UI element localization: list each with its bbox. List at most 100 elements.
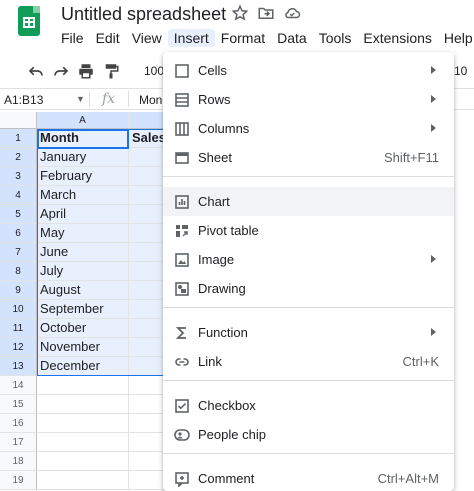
table-cell[interactable] bbox=[37, 395, 129, 414]
undo-icon[interactable] bbox=[27, 62, 45, 80]
row-header[interactable]: 4 bbox=[0, 186, 37, 205]
zoom-select[interactable]: 100 bbox=[144, 64, 164, 78]
menu-item-image[interactable]: Image bbox=[163, 245, 454, 274]
table-cell[interactable] bbox=[37, 414, 129, 433]
row-header[interactable]: 17 bbox=[0, 433, 37, 452]
cloud-status-icon[interactable] bbox=[283, 4, 301, 22]
menu-tools[interactable]: Tools bbox=[313, 29, 358, 47]
row-header[interactable]: 13 bbox=[0, 357, 37, 376]
row-header[interactable]: 7 bbox=[0, 243, 37, 262]
table-cell[interactable] bbox=[129, 262, 165, 281]
row-header[interactable]: 2 bbox=[0, 148, 37, 167]
select-all-corner[interactable] bbox=[0, 112, 37, 129]
menu-item-function[interactable]: Function bbox=[163, 318, 454, 347]
menu-item-sheet[interactable]: Sheet Shift+F11 bbox=[163, 143, 454, 172]
menu-item-label: Drawing bbox=[198, 281, 246, 296]
menu-item-rows[interactable]: Rows bbox=[163, 85, 454, 114]
menu-item-pivot-table[interactable]: Pivot table bbox=[163, 216, 454, 245]
menu-edit[interactable]: Edit bbox=[90, 29, 126, 47]
column-header-a[interactable]: A bbox=[37, 112, 129, 129]
row-header[interactable]: 15 bbox=[0, 395, 37, 414]
table-cell[interactable] bbox=[129, 395, 165, 414]
table-cell[interactable]: October bbox=[37, 319, 129, 338]
name-box-dropdown-icon[interactable]: ▼ bbox=[76, 94, 85, 104]
table-cell[interactable] bbox=[129, 338, 165, 357]
table-cell[interactable]: May bbox=[37, 224, 129, 243]
table-cell[interactable] bbox=[129, 452, 165, 471]
table-cell[interactable] bbox=[129, 319, 165, 338]
row-header[interactable]: 8 bbox=[0, 262, 37, 281]
table-cell[interactable] bbox=[129, 376, 165, 395]
menu-view[interactable]: View bbox=[126, 29, 168, 47]
menu-item-people-chip[interactable]: People chip bbox=[163, 420, 454, 449]
table-cell[interactable]: July bbox=[37, 262, 129, 281]
menu-item-label: Checkbox bbox=[198, 398, 256, 413]
table-cell[interactable] bbox=[37, 452, 129, 471]
redo-icon[interactable] bbox=[52, 62, 70, 80]
fx-icon: fx bbox=[102, 91, 116, 107]
table-cell[interactable] bbox=[129, 471, 165, 490]
table-cell[interactable] bbox=[129, 243, 165, 262]
menu-item-comment[interactable]: Comment Ctrl+Alt+M bbox=[163, 464, 454, 491]
print-icon[interactable] bbox=[77, 62, 95, 80]
menu-item-columns[interactable]: Columns bbox=[163, 114, 454, 143]
table-cell[interactable]: April bbox=[37, 205, 129, 224]
table-cell[interactable] bbox=[129, 148, 165, 167]
menu-data[interactable]: Data bbox=[271, 29, 313, 47]
table-cell[interactable] bbox=[129, 224, 165, 243]
table-cell[interactable] bbox=[129, 414, 165, 433]
table-cell[interactable]: August bbox=[37, 281, 129, 300]
row-header[interactable]: 10 bbox=[0, 300, 37, 319]
column-header-b[interactable] bbox=[129, 112, 165, 129]
sheets-logo-icon[interactable] bbox=[18, 6, 40, 36]
row-header[interactable]: 19 bbox=[0, 471, 37, 490]
menu-item-link[interactable]: Link Ctrl+K bbox=[163, 347, 454, 376]
menu-format[interactable]: Format bbox=[215, 29, 271, 47]
table-cell[interactable] bbox=[129, 205, 165, 224]
row-header[interactable]: 5 bbox=[0, 205, 37, 224]
table-cell[interactable] bbox=[129, 281, 165, 300]
table-cell[interactable] bbox=[129, 186, 165, 205]
row-header[interactable]: 9 bbox=[0, 281, 37, 300]
menu-file[interactable]: File bbox=[55, 29, 90, 47]
table-cell[interactable]: January bbox=[37, 148, 129, 167]
name-box[interactable]: A1:B13 bbox=[4, 93, 43, 107]
font-size-field[interactable]: 10 bbox=[454, 64, 467, 78]
menu-item-cells[interactable]: Cells bbox=[163, 56, 454, 85]
menu-insert[interactable]: Insert bbox=[167, 29, 215, 47]
formula-input[interactable]: Mon bbox=[139, 93, 162, 107]
row-header[interactable]: 11 bbox=[0, 319, 37, 338]
table-cell[interactable] bbox=[129, 300, 165, 319]
menu-item-checkbox[interactable]: Checkbox bbox=[163, 391, 454, 420]
row-header[interactable]: 12 bbox=[0, 338, 37, 357]
paint-format-icon[interactable] bbox=[102, 62, 120, 80]
menu-item-chart[interactable]: Chart bbox=[163, 187, 454, 216]
table-cell[interactable] bbox=[129, 357, 165, 376]
menu-extensions[interactable]: Extensions bbox=[357, 29, 437, 47]
table-cell[interactable]: December bbox=[37, 357, 129, 376]
submenu-arrow-icon bbox=[431, 328, 436, 336]
row-header[interactable]: 14 bbox=[0, 376, 37, 395]
row-header[interactable]: 6 bbox=[0, 224, 37, 243]
table-cell[interactable]: June bbox=[37, 243, 129, 262]
menu-help[interactable]: Help bbox=[438, 29, 474, 47]
table-cell[interactable]: November bbox=[37, 338, 129, 357]
table-cell[interactable]: September bbox=[37, 300, 129, 319]
table-cell[interactable] bbox=[37, 471, 129, 490]
star-icon[interactable] bbox=[231, 4, 249, 22]
row-header[interactable]: 1 bbox=[0, 129, 37, 148]
table-cell[interactable] bbox=[129, 167, 165, 186]
header-cell[interactable]: Sales bbox=[129, 129, 165, 148]
move-folder-icon[interactable] bbox=[257, 4, 275, 22]
table-cell[interactable]: February bbox=[37, 167, 129, 186]
row-header[interactable]: 18 bbox=[0, 452, 37, 471]
row-header[interactable]: 3 bbox=[0, 167, 37, 186]
table-cell[interactable] bbox=[37, 433, 129, 452]
table-cell[interactable]: March bbox=[37, 186, 129, 205]
table-cell[interactable] bbox=[37, 376, 129, 395]
menu-item-drawing[interactable]: Drawing bbox=[163, 274, 454, 303]
row-header[interactable]: 16 bbox=[0, 414, 37, 433]
document-title[interactable]: Untitled spreadsheet bbox=[61, 4, 226, 25]
table-cell[interactable] bbox=[129, 433, 165, 452]
header-cell[interactable]: Month bbox=[37, 129, 129, 148]
